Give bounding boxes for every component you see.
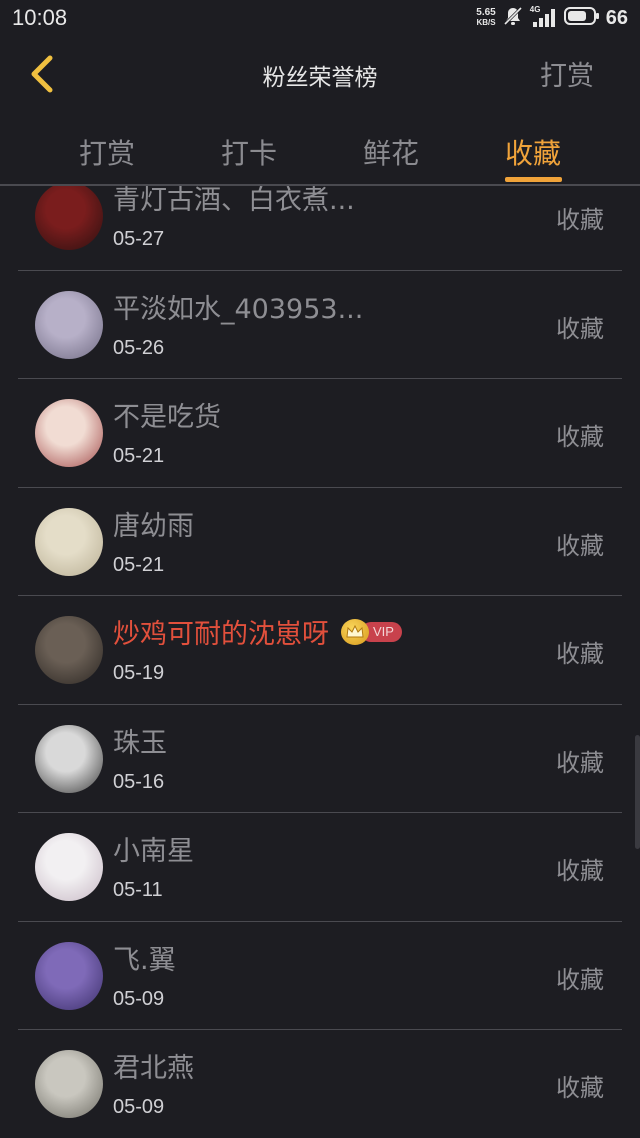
avatar[interactable] — [35, 724, 103, 793]
favorite-label: 收藏 — [556, 314, 604, 343]
battery-icon — [563, 6, 600, 30]
name-line: 不是吃货 — [113, 395, 221, 434]
favorite-label: 收藏 — [556, 857, 604, 885]
avatar[interactable] — [35, 186, 103, 250]
fan-date: 05-21 — [113, 445, 165, 467]
fan-date: 05-26 — [113, 336, 165, 359]
name-line: 平淡如水_403953... — [113, 287, 363, 326]
fan-date: 05-09 — [113, 1096, 165, 1118]
name-line: 珠玉 — [113, 721, 167, 760]
list-item[interactable]: 不是吃货 05-21 收藏 — [18, 379, 622, 488]
fan-date: 05-19 — [113, 662, 165, 684]
avatar[interactable] — [35, 290, 103, 359]
tab-reward[interactable]: 打赏 — [79, 132, 135, 172]
name-line: 飞.翼 — [113, 938, 176, 977]
network-speed-value: 5.65 — [476, 7, 496, 18]
list-item[interactable]: 平淡如水_403953... 05-26 收藏 — [18, 271, 622, 379]
favorite-label: 收藏 — [556, 206, 604, 234]
list-item[interactable]: 小南星 05-11 收藏 — [18, 813, 622, 922]
status-time: 10:08 — [12, 5, 68, 30]
tab-bar: 打赏 打卡 鲜花 收藏 — [0, 112, 640, 186]
header: 粉丝荣誉榜 打赏 — [0, 36, 640, 112]
fan-name: 不是吃货 — [113, 402, 221, 433]
avatar[interactable] — [35, 399, 103, 467]
reward-button[interactable]: 打赏 — [540, 54, 594, 93]
fan-list[interactable]: 青灯古酒、白衣煮... 05-27 收藏 平淡如水_403953... 05-26 收藏不… — [0, 186, 640, 1138]
list-item[interactable]: 珠玉 05-16 收藏 — [18, 705, 622, 813]
favorite-label: 收藏 — [556, 531, 604, 560]
fan-name: 飞.翼 — [113, 944, 176, 976]
avatar[interactable] — [35, 1050, 103, 1118]
fan-name: 君北燕 — [113, 1053, 194, 1084]
bell-muted-icon — [502, 5, 524, 31]
status-bar: 10:08 5.65 KB/S 4G 66 — [0, 0, 640, 36]
fan-name: 青灯古酒、白衣煮... — [113, 186, 355, 216]
fan-date: 05-21 — [113, 553, 165, 576]
fan-date: 05-11 — [113, 879, 163, 901]
fan-date: 05-09 — [113, 987, 165, 1010]
signal-icon: 4G — [530, 5, 558, 29]
fan-name: 珠玉 — [113, 727, 167, 759]
fan-date: 05-27 — [113, 228, 165, 250]
fan-name: 炒鸡可耐的沈崽呀 — [113, 619, 329, 650]
name-line: 小南星 — [113, 829, 194, 868]
name-line: 唐幼雨 — [113, 504, 194, 543]
fan-date: 05-16 — [113, 770, 165, 793]
tab-favorites[interactable]: 收藏 — [505, 132, 561, 172]
list-item[interactable]: 炒鸡可耐的沈崽呀 VIP 05-19 收藏 — [18, 596, 622, 705]
list-item[interactable]: 唐幼雨 05-21 收藏 — [18, 488, 622, 596]
active-tab-indicator — [505, 177, 562, 182]
network-speed: 5.65 KB/S — [476, 8, 495, 28]
list-item[interactable]: 飞.翼 05-09 收藏 — [18, 922, 622, 1030]
avatar[interactable] — [35, 941, 103, 1010]
network-speed-unit: KB/S — [476, 18, 496, 27]
tab-flowers[interactable]: 鲜花 — [363, 132, 419, 172]
fan-name: 唐幼雨 — [113, 510, 194, 542]
scrollbar[interactable] — [635, 735, 640, 849]
name-line: 青灯古酒、白衣煮... — [113, 186, 355, 217]
fan-list-content: 青灯古酒、白衣煮... 05-27 收藏 平淡如水_403953... 05-26 收藏不… — [0, 186, 640, 1138]
vip-badge: VIP — [341, 618, 402, 645]
battery-level: 66 — [605, 6, 628, 29]
list-item[interactable]: 君北燕 05-09 收藏 — [18, 1030, 622, 1138]
favorite-label: 收藏 — [556, 423, 604, 451]
favorite-label: 收藏 — [556, 640, 604, 668]
name-line: 炒鸡可耐的沈崽呀 VIP — [113, 612, 402, 651]
crown-icon — [341, 618, 369, 645]
tab-checkin[interactable]: 打卡 — [221, 132, 277, 172]
avatar[interactable] — [35, 616, 103, 684]
avatar[interactable] — [35, 507, 103, 576]
favorite-label: 收藏 — [556, 748, 604, 777]
fan-name: 平淡如水_403953... — [113, 293, 364, 325]
fan-name: 小南星 — [113, 836, 194, 867]
name-line: 君北燕 — [113, 1046, 194, 1085]
favorite-label: 收藏 — [556, 965, 604, 994]
favorite-label: 收藏 — [556, 1074, 604, 1102]
avatar[interactable] — [35, 833, 103, 901]
status-icons: 5.65 KB/S 4G 66 — [476, 5, 628, 31]
list-item[interactable]: 青灯古酒、白衣煮... 05-27 收藏 — [18, 186, 622, 271]
